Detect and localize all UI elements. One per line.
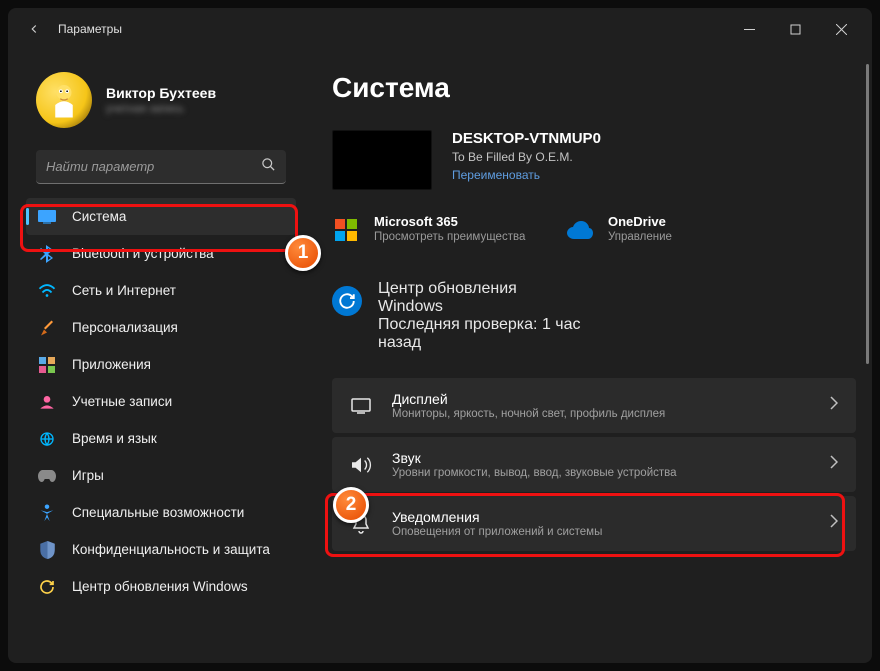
sidebar-item-label: Время и язык xyxy=(72,431,157,446)
sidebar-item-network[interactable]: Сеть и Интернет xyxy=(26,272,296,309)
settings-list: Дисплей Мониторы, яркость, ночной свет, … xyxy=(332,378,856,551)
accessibility-icon xyxy=(38,504,56,522)
sidebar-item-label: Центр обновления Windows xyxy=(72,579,248,594)
display-icon xyxy=(350,395,372,417)
window-title: Параметры xyxy=(58,22,122,36)
account-icon xyxy=(38,393,56,411)
shield-icon xyxy=(38,541,56,559)
page-title: Система xyxy=(332,72,856,104)
settings-window: Параметры Виктор Бухтеев учетная запись xyxy=(8,8,872,663)
sidebar-item-apps[interactable]: Приложения xyxy=(26,346,296,383)
sidebar-item-label: Игры xyxy=(72,468,104,483)
device-sub: To Be Filled By O.E.M. xyxy=(452,150,601,164)
list-item-sub: Уровни громкости, вывод, ввод, звуковые … xyxy=(392,467,810,479)
list-item-name: Звук xyxy=(392,450,810,466)
device-thumbnail xyxy=(332,130,432,190)
sidebar-item-label: Сеть и Интернет xyxy=(72,283,176,298)
sidebar-item-label: Конфиденциальность и защита xyxy=(72,542,270,557)
paintbrush-icon xyxy=(38,319,56,337)
sidebar-item-label: Система xyxy=(72,209,126,224)
sidebar-item-label: Bluetooth и устройства xyxy=(72,246,214,261)
profile-sub: учетная запись xyxy=(106,103,216,115)
minimize-button[interactable] xyxy=(726,13,772,45)
sidebar-item-accessibility[interactable]: Специальные возможности xyxy=(26,494,296,531)
sidebar-item-gaming[interactable]: Игры xyxy=(26,457,296,494)
tile-onedrive[interactable]: OneDrive Управление xyxy=(566,214,776,244)
gamepad-icon xyxy=(38,467,56,485)
search-icon xyxy=(261,157,276,177)
globe-clock-icon xyxy=(38,430,56,448)
onedrive-icon xyxy=(566,216,594,244)
profile-name: Виктор Бухтеев xyxy=(106,85,216,101)
sidebar-item-label: Персонализация xyxy=(72,320,178,335)
tile-name: OneDrive xyxy=(608,214,672,229)
avatar xyxy=(36,72,92,128)
device-name: DESKTOP-VTNMUP0 xyxy=(452,130,601,147)
wifi-icon xyxy=(38,282,56,300)
list-item-notifications[interactable]: Уведомления Оповещения от приложений и с… xyxy=(332,496,856,551)
sidebar-item-time-language[interactable]: Время и язык xyxy=(26,420,296,457)
maximize-button[interactable] xyxy=(772,13,818,45)
close-button[interactable] xyxy=(818,13,864,45)
device-block: DESKTOP-VTNMUP0 To Be Filled By O.E.M. П… xyxy=(332,130,856,190)
list-item-sub: Мониторы, яркость, ночной свет, профиль … xyxy=(392,408,810,420)
sidebar: Виктор Бухтеев учетная запись Система Bl… xyxy=(8,50,310,663)
update-icon xyxy=(38,578,56,596)
profile-block[interactable]: Виктор Бухтеев учетная запись xyxy=(8,58,310,146)
scrollbar-thumb[interactable] xyxy=(866,64,869,364)
chevron-right-icon xyxy=(830,514,838,533)
tile-name: Центр обновления Windows xyxy=(378,280,582,316)
sidebar-item-accounts[interactable]: Учетные записи xyxy=(26,383,296,420)
chevron-right-icon xyxy=(830,396,838,415)
tile-sub: Последняя проверка: 1 час назад xyxy=(378,316,582,352)
tile-name: Microsoft 365 xyxy=(374,214,525,229)
content-area: Система DESKTOP-VTNMUP0 To Be Filled By … xyxy=(310,50,872,663)
sidebar-item-system[interactable]: Система xyxy=(26,198,296,235)
sound-icon xyxy=(350,454,372,476)
sidebar-item-label: Специальные возможности xyxy=(72,505,244,520)
list-item-sound[interactable]: Звук Уровни громкости, вывод, ввод, звук… xyxy=(332,437,856,492)
titlebar: Параметры xyxy=(8,8,872,50)
back-button[interactable] xyxy=(20,15,48,43)
bluetooth-icon xyxy=(38,245,56,263)
tile-microsoft365[interactable]: Microsoft 365 Просмотреть преимущества xyxy=(332,214,542,244)
sidebar-item-label: Приложения xyxy=(72,357,151,372)
chevron-right-icon xyxy=(830,455,838,474)
system-icon xyxy=(38,208,56,226)
apps-icon xyxy=(38,356,56,374)
window-controls xyxy=(726,13,864,45)
list-item-display[interactable]: Дисплей Мониторы, яркость, ночной свет, … xyxy=(332,378,856,433)
list-item-name: Дисплей xyxy=(392,391,810,407)
sidebar-item-bluetooth[interactable]: Bluetooth и устройства xyxy=(26,235,296,272)
sidebar-item-privacy[interactable]: Конфиденциальность и защита xyxy=(26,531,296,568)
list-item-sub: Оповещения от приложений и системы xyxy=(392,526,810,538)
sidebar-item-label: Учетные записи xyxy=(72,394,172,409)
scrollbar[interactable] xyxy=(866,64,869,655)
sidebar-item-update[interactable]: Центр обновления Windows xyxy=(26,568,296,605)
bell-icon xyxy=(350,513,372,535)
tile-sub: Управление xyxy=(608,231,672,243)
sidebar-item-personalization[interactable]: Персонализация xyxy=(26,309,296,346)
sync-icon xyxy=(332,286,362,316)
tile-sub: Просмотреть преимущества xyxy=(374,231,525,243)
search-input[interactable] xyxy=(46,159,261,174)
search-box[interactable] xyxy=(36,150,286,184)
tile-windows-update[interactable]: Центр обновления Windows Последняя прове… xyxy=(332,280,582,352)
rename-link[interactable]: Переименовать xyxy=(452,168,601,182)
nav: Система Bluetooth и устройства Сеть и Ин… xyxy=(8,198,310,605)
microsoft365-icon xyxy=(332,216,360,244)
list-item-name: Уведомления xyxy=(392,509,810,525)
